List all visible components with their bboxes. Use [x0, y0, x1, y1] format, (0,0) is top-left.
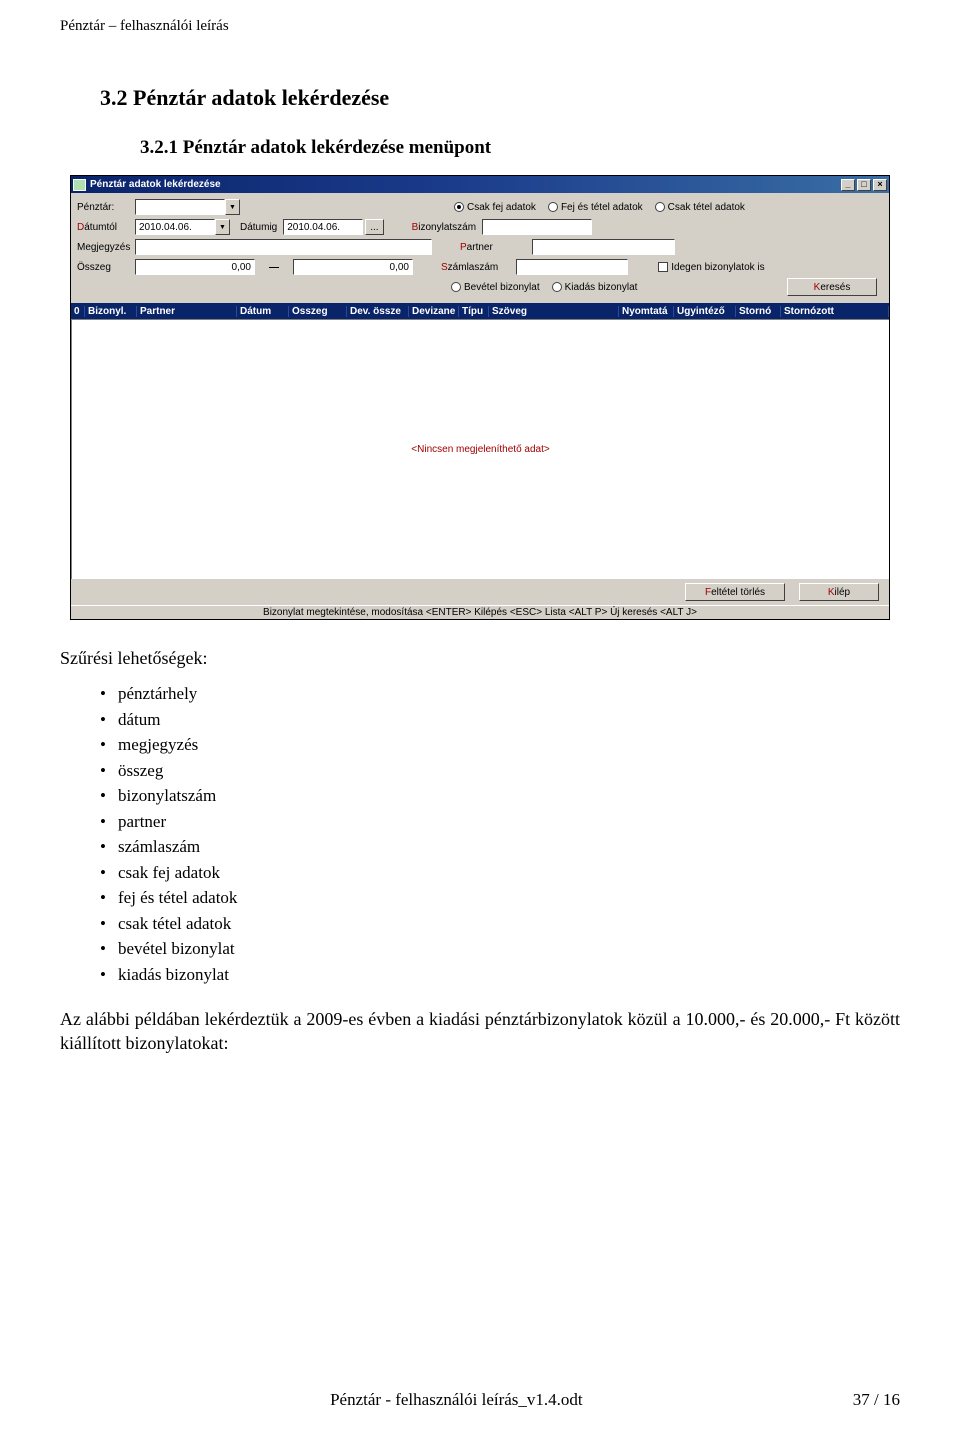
bizonylatszam-input[interactable]	[482, 219, 592, 235]
radio-kiadas-label: Kiadás bizonylat	[565, 282, 638, 293]
grid-empty-text: <Nincsen megjeleníthető adat>	[411, 444, 549, 455]
minimize-button[interactable]: _	[841, 179, 855, 191]
megjegyzes-input[interactable]	[135, 239, 432, 255]
penztar-dropdown-icon[interactable]: ▼	[225, 199, 240, 215]
penztar-label: Pénztár:	[77, 202, 135, 213]
col-tipus[interactable]: Típu	[459, 306, 489, 317]
app-icon	[73, 179, 86, 191]
col-partner[interactable]: Partner	[137, 306, 237, 317]
status-bar: Bizonylat megtekintése, modosítása <ENTE…	[71, 605, 889, 619]
col-ugyintezo[interactable]: Ügyintéző	[674, 306, 736, 317]
list-item: csak fej adatok	[100, 860, 900, 886]
radio-icon	[655, 202, 665, 212]
szamlaszam-input[interactable]	[516, 259, 628, 275]
date-picker-button[interactable]: ...	[365, 219, 383, 235]
document-header: Pénztár – felhasználói leírás	[60, 18, 900, 35]
filter-bullet-list: pénztárhely dátum megjegyzés összeg bizo…	[100, 681, 900, 987]
window-title: Pénztár adatok lekérdezése	[90, 179, 839, 190]
list-item: bevétel bizonylat	[100, 936, 900, 962]
filter-heading: Szűrési lehetőségek:	[60, 648, 900, 669]
footer-page-number: 37 / 16	[853, 1390, 900, 1410]
kereses-button[interactable]: Keresés	[787, 278, 877, 296]
feltetel-torles-button[interactable]: Feltétel törlés	[685, 583, 785, 601]
titlebar: Pénztár adatok lekérdezése _ □ ×	[71, 176, 889, 193]
subsection-heading: 3.2.1 Pénztár adatok lekérdezése menüpon…	[140, 137, 900, 159]
datumtol-label: Dátumtól	[77, 222, 135, 233]
radio-csak-fej[interactable]: Csak fej adatok	[454, 202, 536, 213]
szamlaszam-label: Számlaszám	[441, 262, 498, 273]
col-nyomtat[interactable]: Nyomtatá	[619, 306, 674, 317]
col-bizonyl[interactable]: Bizonyl.	[85, 306, 137, 317]
checkbox-icon	[658, 262, 668, 272]
partner-input[interactable]	[532, 239, 675, 255]
list-item: fej és tétel adatok	[100, 885, 900, 911]
radio-icon	[552, 282, 562, 292]
radio-bevetel[interactable]: Bevétel bizonylat	[451, 282, 540, 293]
radio-csak-fej-label: Csak fej adatok	[467, 202, 536, 213]
list-item: megjegyzés	[100, 732, 900, 758]
col-osszeg[interactable]: Összeg	[289, 306, 347, 317]
radio-icon	[548, 202, 558, 212]
col-szoveg[interactable]: Szöveg	[489, 306, 619, 317]
osszeg-label: Összeg	[77, 262, 135, 273]
maximize-button[interactable]: □	[857, 179, 871, 191]
range-dash: —	[269, 262, 279, 273]
list-item: számlaszám	[100, 834, 900, 860]
list-item: dátum	[100, 707, 900, 733]
radio-fej-es-tetel-label: Fej és tétel adatok	[561, 202, 643, 213]
body-paragraph: Az alábbi példában lekérdeztük a 2009-es…	[60, 1007, 900, 1056]
list-item: csak tétel adatok	[100, 911, 900, 937]
close-button[interactable]: ×	[873, 179, 887, 191]
datumtol-dropdown-icon[interactable]: ▼	[215, 219, 230, 235]
app-window: Pénztár adatok lekérdezése _ □ × Pénztár…	[70, 175, 890, 620]
megjegyzes-label: Megjegyzés	[77, 242, 135, 253]
section-heading: 3.2 Pénztár adatok lekérdezése	[100, 85, 900, 111]
radio-csak-tetel-label: Csak tétel adatok	[668, 202, 745, 213]
list-item: bizonylatszám	[100, 783, 900, 809]
list-item: összeg	[100, 758, 900, 784]
idegen-checkbox[interactable]: Idegen bizonylatok is	[658, 262, 764, 273]
radio-kiadas[interactable]: Kiadás bizonylat	[552, 282, 638, 293]
osszeg-from-input[interactable]	[135, 259, 255, 275]
list-item: partner	[100, 809, 900, 835]
list-item: pénztárhely	[100, 681, 900, 707]
grid-header: 0 Bizonyl. Partner Dátum Összeg Dev. öss…	[71, 303, 889, 319]
biz-type-radio-group: Bevétel bizonylat Kiadás bizonylat	[447, 282, 637, 293]
penztar-input[interactable]	[135, 199, 225, 215]
col-devizane[interactable]: Devizane	[409, 306, 459, 317]
radio-icon	[451, 282, 461, 292]
partner-label: Partner	[460, 242, 493, 253]
datumig-input[interactable]	[283, 219, 363, 235]
kilep-button[interactable]: Kilép	[799, 583, 879, 601]
radio-bevetel-label: Bevétel bizonylat	[464, 282, 540, 293]
page-footer: Pénztár - felhasználói leírás_v1.4.odt 3…	[60, 1390, 900, 1410]
col-devossz[interactable]: Dev. össze	[347, 306, 409, 317]
datumtol-input[interactable]	[135, 219, 215, 235]
radio-icon	[454, 202, 464, 212]
datumig-label: Dátumig	[240, 222, 277, 233]
radio-csak-tetel[interactable]: Csak tétel adatok	[655, 202, 745, 213]
col-datum[interactable]: Dátum	[237, 306, 289, 317]
col-stornozott[interactable]: Stornózott	[781, 306, 889, 317]
data-scope-radio-group: Csak fej adatok Fej és tétel adatok Csak…	[450, 202, 745, 213]
footer-filename: Pénztár - felhasználói leírás_v1.4.odt	[330, 1390, 583, 1409]
grid-body: <Nincsen megjeleníthető adat>	[71, 319, 889, 579]
idegen-label: Idegen bizonylatok is	[671, 262, 764, 273]
list-item: kiadás bizonylat	[100, 962, 900, 988]
radio-fej-es-tetel[interactable]: Fej és tétel adatok	[548, 202, 643, 213]
col-0[interactable]: 0	[71, 306, 85, 317]
bizonylatszam-label: Bizonylatszám	[412, 222, 476, 233]
osszeg-to-input[interactable]	[293, 259, 413, 275]
filter-form: Pénztár: ▼ Csak fej adatok Fej és tétel …	[71, 193, 889, 303]
col-storno[interactable]: Stornó	[736, 306, 781, 317]
window-footer-buttons: Feltétel törlés Kilép	[71, 579, 889, 605]
